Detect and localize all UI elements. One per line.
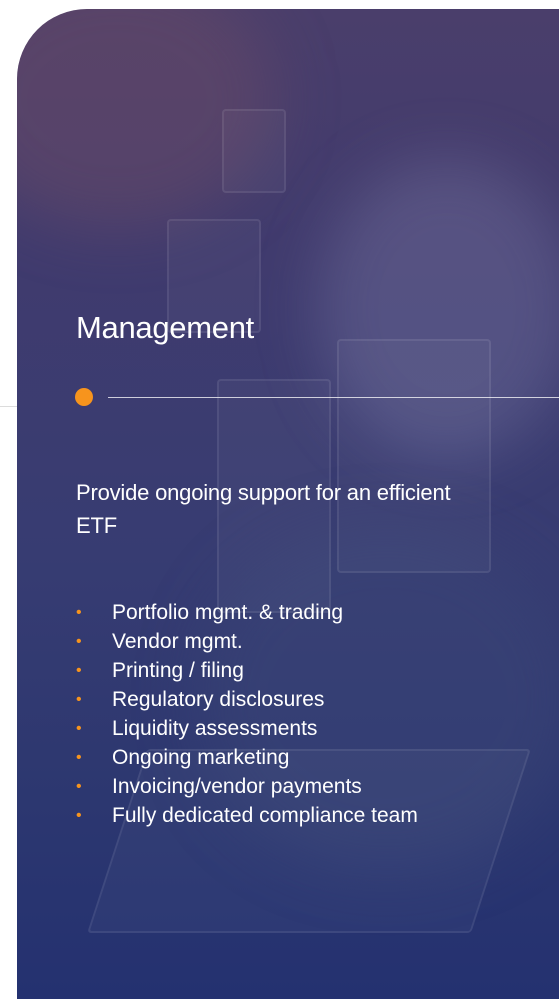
list-item: • Ongoing marketing <box>76 743 418 772</box>
bullet-icon: • <box>76 633 82 650</box>
list-item-label: Invoicing/vendor payments <box>112 775 362 798</box>
bullet-icon: • <box>76 720 82 737</box>
outer-divider-line <box>0 406 17 407</box>
list-item-label: Ongoing marketing <box>112 746 290 769</box>
section-title: Management <box>76 310 254 345</box>
background-glow <box>17 9 277 229</box>
document-icon <box>222 109 286 193</box>
list-item-label: Liquidity assessments <box>112 717 318 740</box>
list-item: • Vendor mgmt. <box>76 627 418 656</box>
list-item-label: Portfolio mgmt. & trading <box>112 601 344 624</box>
list-item-label: Fully dedicated compliance team <box>112 804 418 827</box>
list-item-label: Regulatory disclosures <box>112 688 325 711</box>
bullet-icon: • <box>76 749 82 766</box>
bullet-icon: • <box>76 691 82 708</box>
bullet-icon: • <box>76 807 82 824</box>
list-item-label: Printing / filing <box>112 659 244 682</box>
divider-line <box>108 397 559 398</box>
list-item: • Printing / filing <box>76 656 418 685</box>
accent-dot <box>75 388 93 406</box>
bullet-icon: • <box>76 662 82 679</box>
list-item-label: Vendor mgmt. <box>112 630 243 653</box>
list-item: • Invoicing/vendor payments <box>76 772 418 801</box>
list-item: • Liquidity assessments <box>76 714 418 743</box>
list-item: • Regulatory disclosures <box>76 685 418 714</box>
feature-list: • Portfolio mgmt. & trading • Vendor mgmt.… <box>76 598 418 830</box>
background-glow <box>317 159 559 459</box>
list-item: • Portfolio mgmt. & trading <box>76 598 418 627</box>
section-subtitle: Provide ongoing support for an efficient… <box>76 480 451 538</box>
bullet-icon: • <box>76 778 82 795</box>
list-item: • Fully dedicated compliance team <box>76 801 418 830</box>
bullet-icon: • <box>76 604 82 621</box>
